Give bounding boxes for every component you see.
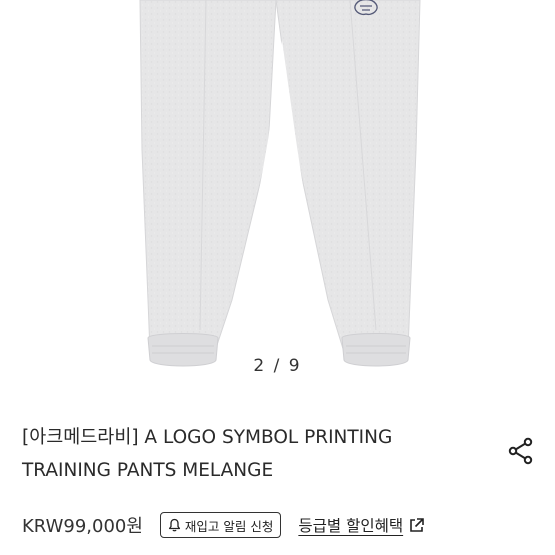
product-title: [아크메드라비] A LOGO SYMBOL PRINTING TRAINING… xyxy=(22,421,462,487)
grade-discount-label: 등급별 할인혜택 xyxy=(298,517,404,535)
product-title-line-1: [아크메드라비] A LOGO SYMBOL PRINTING xyxy=(22,427,393,448)
product-price: KRW99,000원 xyxy=(22,516,143,537)
image-counter: 2 / 9 xyxy=(253,356,302,376)
grade-discount-link[interactable]: 등급별 할인혜택 xyxy=(298,514,425,536)
restock-alert-label: 재입고 알림 신청 xyxy=(184,518,274,534)
product-title-line-2: TRAINING PANTS MELANGE xyxy=(22,460,274,481)
share-icon xyxy=(508,437,533,465)
product-image-gallery[interactable]: 2 / 9 xyxy=(0,0,555,390)
restock-alert-button[interactable]: 재입고 알림 신청 xyxy=(159,512,282,538)
product-image xyxy=(139,0,421,367)
share-button[interactable] xyxy=(507,436,535,466)
bell-icon xyxy=(168,518,180,532)
price-row: KRW99,000원 재입고 알림 신청 등급별 할인혜택 xyxy=(22,511,425,539)
external-link-icon xyxy=(410,517,424,532)
